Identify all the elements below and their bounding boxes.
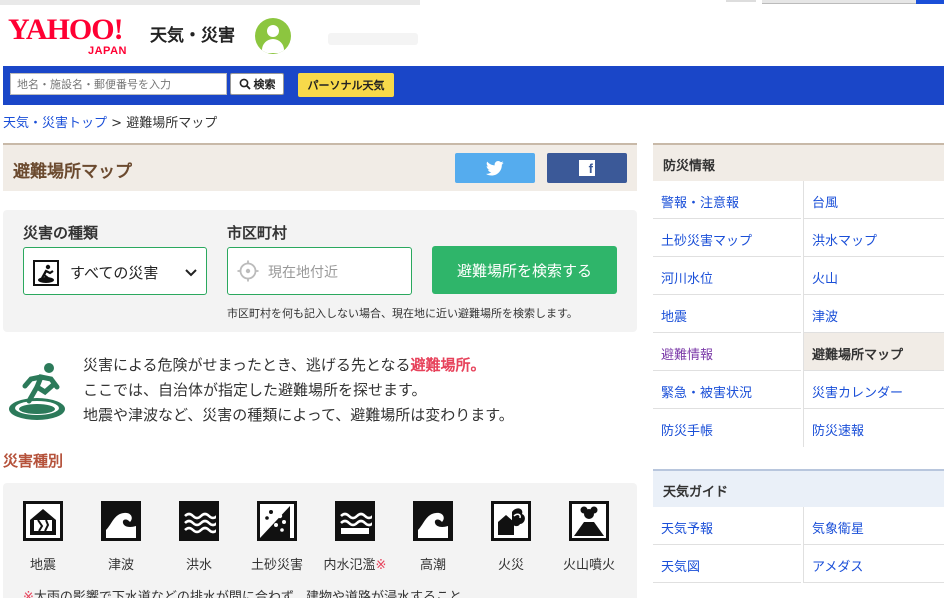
tsunami-icon	[101, 501, 141, 541]
city-input[interactable]: 現在地付近	[227, 247, 412, 295]
intro-highlight: 避難場所。	[410, 356, 486, 374]
disaster-type-label-wrap: 内水氾濫※	[316, 554, 394, 573]
disaster-type-label: 洪水	[185, 558, 212, 573]
disaster-type-fire[interactable]: 火災	[472, 501, 550, 573]
disaster-types-heading: 災害種別	[3, 452, 64, 470]
breadcrumb-separator: >	[111, 116, 123, 131]
sidebar-item-typhoon[interactable]: 台風	[803, 181, 944, 219]
all-disasters-icon	[33, 260, 59, 286]
volcano-icon	[569, 501, 609, 541]
sidebar-item-landslide-map[interactable]: 土砂災害マップ	[653, 219, 801, 257]
facebook-icon: f	[579, 160, 595, 176]
intro-line-1-text: 災害による危険がせまったとき、逃げる先となる	[83, 356, 411, 374]
disaster-type-label: 火災	[497, 558, 524, 573]
location-search-input[interactable]	[10, 73, 227, 95]
fire-icon	[491, 501, 531, 541]
page-header: 避難場所マップ f	[3, 143, 637, 191]
search-bar: 検索 パーソナル天気	[3, 66, 944, 105]
flood-icon	[179, 501, 219, 541]
sidebar-item-emergency-status[interactable]: 緊急・被害状況	[653, 371, 801, 409]
intro-line-3: 地震や津波など、災害の種類によって、避難場所は変わります。	[83, 406, 514, 424]
personal-weather-label: パーソナル天気	[307, 79, 385, 92]
sidebar-item-river-level[interactable]: 河川水位	[653, 257, 801, 295]
city-input-placeholder: 現在地付近	[268, 265, 338, 281]
facebook-share-button[interactable]: f	[547, 153, 627, 183]
intro-text: 災害による危険がせまったとき、逃げる先となる避難場所。 ここでは、自治体が指定し…	[83, 353, 514, 428]
disaster-type-tsunami[interactable]: 津波	[82, 501, 160, 573]
sidebar-item-bosai-alerts[interactable]: 防災速報	[803, 409, 944, 447]
user-avatar-icon[interactable]	[255, 18, 291, 54]
sidebar-item-earthquake[interactable]: 地震	[653, 295, 801, 333]
disaster-type-value: すべての災害	[70, 264, 159, 282]
disaster-type-select[interactable]: すべての災害	[23, 247, 207, 295]
city-label: 市区町村	[227, 224, 288, 242]
disaster-type-label: 土砂災害	[250, 558, 303, 573]
disaster-type-label: 津波	[107, 558, 134, 573]
twitter-share-button[interactable]	[455, 153, 535, 183]
sidebar-section-heading-guide: 天気ガイド	[653, 469, 944, 507]
disaster-types-panel: 地震 津波 洪水 土砂災害 内水氾濫※ 高潮 火災 火山噴火 ※大雨の影響で下水…	[3, 483, 637, 598]
disaster-type-earthquake[interactable]: 地震	[4, 501, 82, 573]
evacuation-person-icon	[9, 363, 65, 420]
sidebar-item-warnings[interactable]: 警報・注意報	[653, 181, 801, 219]
sidebar-item-bosai-notebook[interactable]: 防災手帳	[653, 409, 801, 447]
intro-line-2: ここでは、自治体が指定した避難場所を探せます。	[83, 381, 427, 399]
asterisk-mark: ※	[375, 558, 387, 573]
breadcrumb: 天気・災害トップ > 避難場所マップ	[3, 112, 217, 131]
chevron-down-icon	[185, 269, 197, 277]
search-button-label: 検索	[253, 78, 276, 91]
intro-line-1: 災害による危険がせまったとき、逃げる先となる避難場所。	[83, 353, 514, 378]
disaster-type-label: 高潮	[419, 558, 446, 573]
sidebar-item-amedas[interactable]: アメダス	[803, 545, 944, 583]
sidebar-item-disaster-calendar[interactable]: 災害カレンダー	[803, 371, 944, 409]
sidebar-item-tsunami[interactable]: 津波	[803, 295, 944, 333]
search-icon	[239, 78, 251, 90]
sidebar-item-flood-map[interactable]: 洪水マップ	[803, 219, 944, 257]
sidebar-section-heading: 防災情報	[653, 143, 944, 181]
disaster-type-volcano[interactable]: 火山噴火	[550, 501, 628, 573]
current-location-icon	[237, 260, 259, 282]
yahoo-japan-logo[interactable]: YAHOO! JAPAN	[8, 15, 148, 59]
logo-japan-text: JAPAN	[88, 45, 127, 57]
intro-section: 災害による危険がせまったとき、逃げる先となる避難場所。 ここでは、自治体が指定し…	[3, 349, 637, 429]
logo-yahoo-text: YAHOO!	[8, 13, 124, 46]
site-title[interactable]: 天気・災害	[150, 21, 235, 46]
landslide-icon	[257, 501, 297, 541]
page-title: 避難場所マップ	[13, 162, 132, 182]
earthquake-icon	[23, 501, 63, 541]
sidebar-item-volcano[interactable]: 火山	[803, 257, 944, 295]
search-note: 市区町村を何も記入しない場合、現在地に近い避難場所を検索します。	[227, 307, 578, 320]
breadcrumb-top-link[interactable]: 天気・災害トップ	[3, 116, 107, 131]
sidebar-item-satellite[interactable]: 気象衛星	[803, 507, 944, 545]
inland-flood-note: ※大雨の影響で下水道などの排水が間に合わず、建物や道路が浸水すること	[23, 586, 462, 598]
search-button[interactable]: 検索	[230, 73, 284, 95]
note-text: 大雨の影響で下水道などの排水が間に合わず、建物や道路が浸水すること	[33, 590, 462, 598]
disaster-type-label: 内水氾濫	[323, 558, 376, 573]
sidebar-item-evacuation-info[interactable]: 避難情報	[653, 333, 801, 371]
disaster-type-flood[interactable]: 洪水	[160, 501, 238, 573]
breadcrumb-current: 避難場所マップ	[126, 116, 218, 131]
sidebar-item-weather-map[interactable]: 天気図	[653, 545, 801, 583]
disaster-type-storm-surge[interactable]: 高潮	[394, 501, 472, 573]
disaster-type-label: 地震	[29, 558, 56, 573]
search-shelter-button-label: 避難場所を検索する	[456, 261, 592, 280]
shelter-search-panel: 災害の種類 市区町村 すべての災害 現在地付近 避難場所を検索する 市区町村を何…	[3, 210, 637, 332]
user-name-blurred	[328, 33, 418, 45]
disaster-type-label: 火山噴火	[562, 558, 615, 573]
personal-weather-button[interactable]: パーソナル天気	[298, 73, 394, 97]
disaster-type-landslide[interactable]: 土砂災害	[238, 501, 316, 573]
sidebar-item-forecast[interactable]: 天気予報	[653, 507, 801, 545]
disaster-type-inland-flood[interactable]: 内水氾濫※	[316, 501, 394, 573]
disaster-type-label: 災害の種類	[23, 224, 99, 242]
inland-flood-icon	[335, 501, 375, 541]
note-asterisk: ※	[23, 590, 34, 598]
search-shelter-button[interactable]: 避難場所を検索する	[432, 246, 617, 294]
site-header: YAHOO! JAPAN 天気・災害	[0, 5, 944, 66]
storm-surge-icon	[413, 501, 453, 541]
twitter-icon	[486, 160, 504, 175]
sidebar-item-shelter-map[interactable]: 避難場所マップ	[803, 333, 944, 371]
